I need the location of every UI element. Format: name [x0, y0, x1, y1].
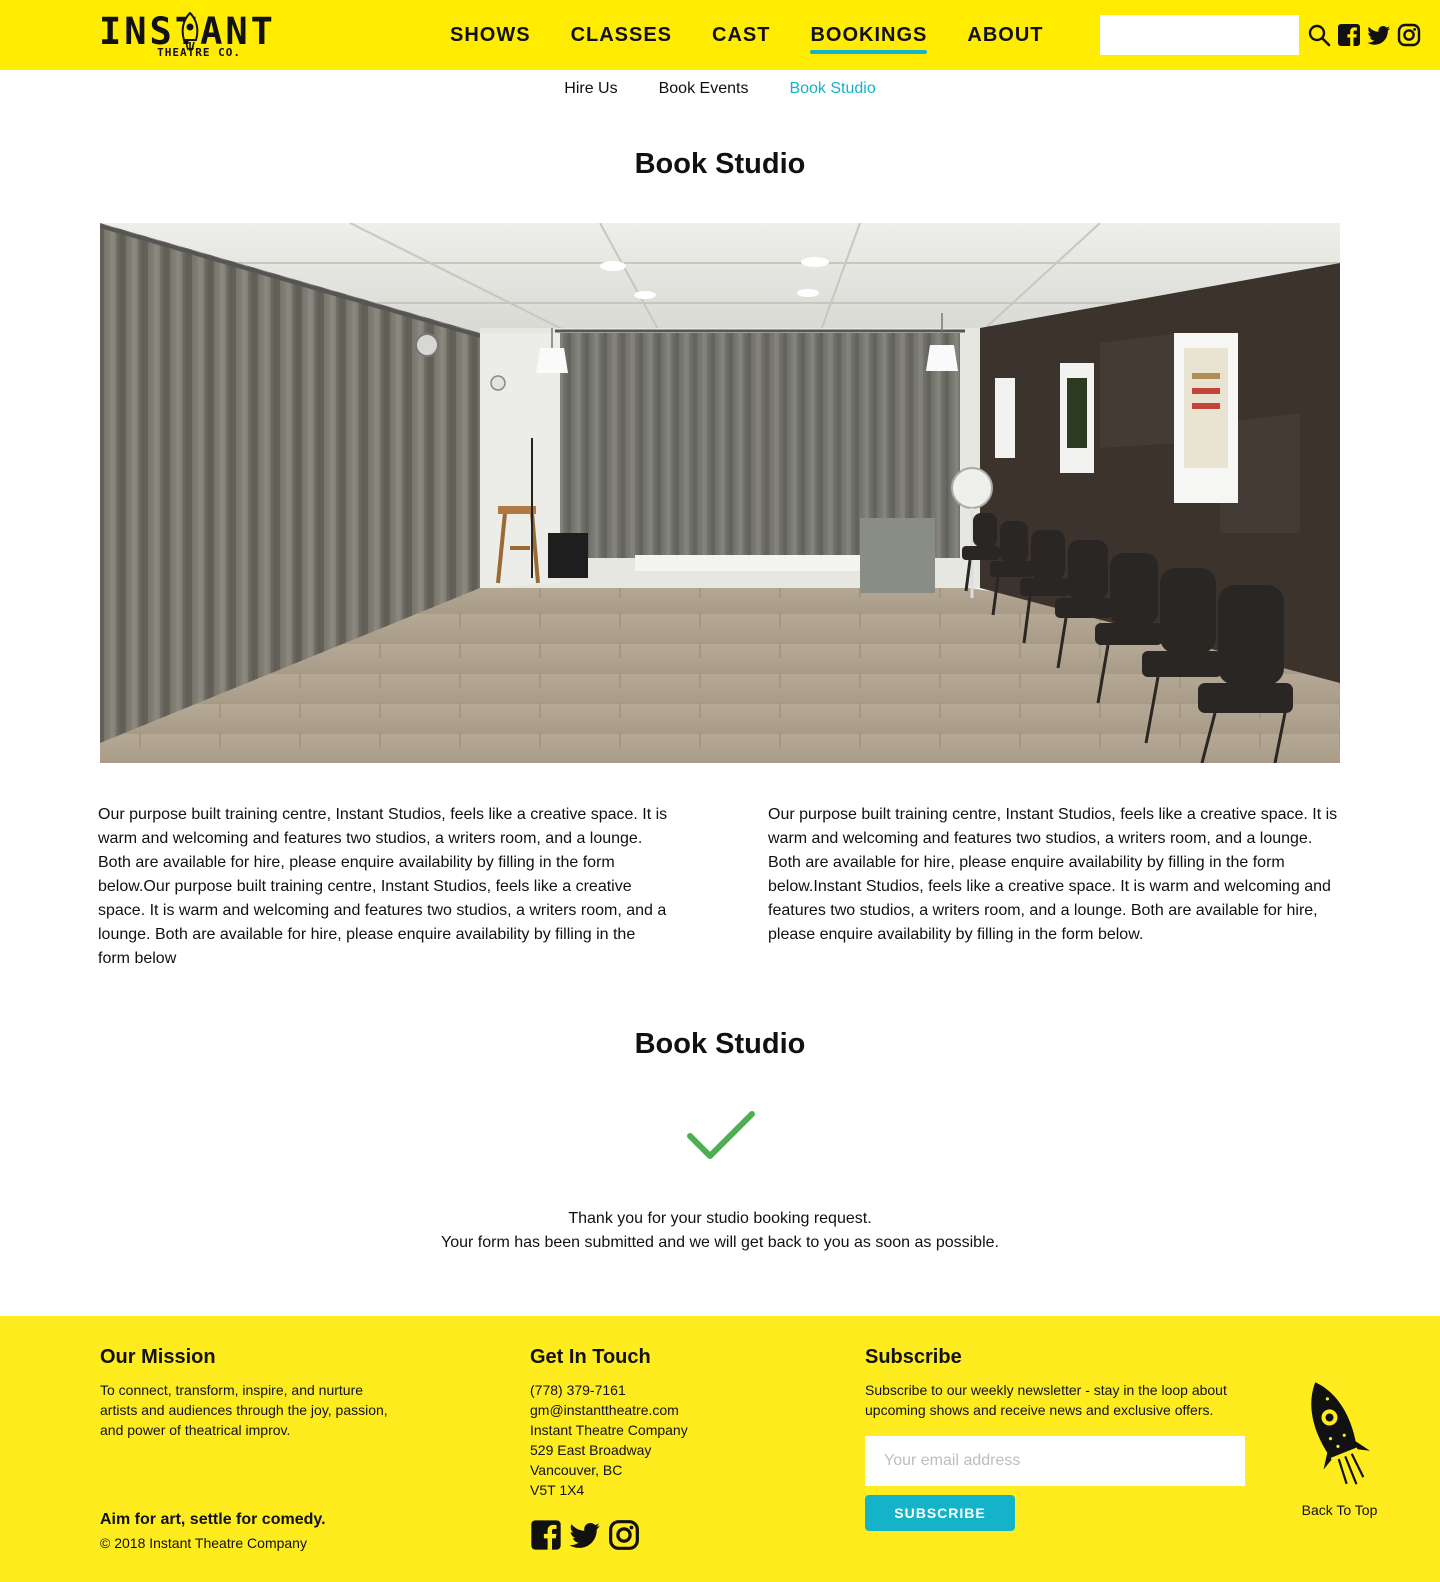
facebook-icon[interactable] [1337, 23, 1361, 47]
studio-description-right: Our purpose built training centre, Insta… [768, 806, 1338, 943]
contact-company: Instant Theatre Company [530, 1422, 688, 1438]
mission-heading: Our Mission [100, 1346, 216, 1368]
studio-photo [100, 223, 1340, 763]
site-header: INSTANT THEATRE CO. SHOWS CLASSES CAST B… [0, 0, 1440, 70]
contact-heading: Get In Touch [530, 1346, 651, 1368]
nav-about[interactable]: ABOUT [967, 0, 1043, 70]
contact-phone[interactable]: (778) 379-7161 [530, 1380, 626, 1400]
contact-city: Vancouver, BC [530, 1462, 623, 1478]
bookings-subnav: Hire Us Book Events Book Studio [0, 70, 1440, 110]
mission-text: To connect, transform, inspire, and nurt… [100, 1382, 388, 1438]
instagram-icon[interactable] [1397, 23, 1421, 47]
contact-email[interactable]: gm@instanttheatre.com [530, 1400, 679, 1420]
thank-you-message: Thank you for your studio booking reques… [568, 1210, 872, 1227]
subnav-book-events[interactable]: Book Events [659, 70, 749, 110]
rocket-icon[interactable] [1304, 1376, 1370, 1498]
site-footer: Our Mission To connect, transform, inspi… [0, 1316, 1440, 1582]
twitter-icon[interactable] [569, 1519, 601, 1551]
subnav-book-studio[interactable]: Book Studio [789, 70, 875, 110]
main-nav: SHOWS CLASSES CAST BOOKINGS ABOUT [450, 0, 1084, 70]
twitter-icon[interactable] [1367, 23, 1391, 47]
studio-description-left: Our purpose built training centre, Insta… [98, 806, 668, 967]
subscribe-text: Subscribe to our weekly newsletter - sta… [865, 1382, 1227, 1418]
logo-subtitle: THEATRE CO. [157, 46, 241, 59]
subscribe-button[interactable]: SUBSCRIBE [865, 1495, 1015, 1531]
tagline: Aim for art, settle for comedy. [100, 1511, 326, 1528]
search-icon[interactable] [1307, 23, 1331, 47]
form-title: Book Studio [634, 1028, 806, 1060]
contact-street: 529 East Broadway [530, 1442, 652, 1458]
newsletter-email-input[interactable] [865, 1436, 1245, 1486]
page-title: Book Studio [634, 148, 806, 180]
site-logo[interactable]: INSTANT THEATRE CO. [99, 10, 273, 62]
back-to-top-link[interactable]: Back To Top [1280, 1502, 1399, 1518]
nav-classes[interactable]: CLASSES [571, 0, 672, 70]
submission-confirmation: Your form has been submitted and we will… [441, 1234, 999, 1251]
search-input[interactable] [1100, 15, 1299, 55]
instagram-icon[interactable] [608, 1519, 640, 1551]
subnav-hire-us[interactable]: Hire Us [564, 70, 617, 110]
contact-postal: V5T 1X4 [530, 1482, 585, 1498]
subscribe-heading: Subscribe [865, 1346, 962, 1368]
facebook-icon[interactable] [530, 1519, 562, 1551]
checkmark-icon [687, 1111, 755, 1159]
nav-cast[interactable]: CAST [712, 0, 770, 70]
copyright: © 2018 Instant Theatre Company [100, 1535, 307, 1551]
nav-bookings[interactable]: BOOKINGS [810, 0, 928, 70]
nav-shows[interactable]: SHOWS [450, 0, 531, 70]
